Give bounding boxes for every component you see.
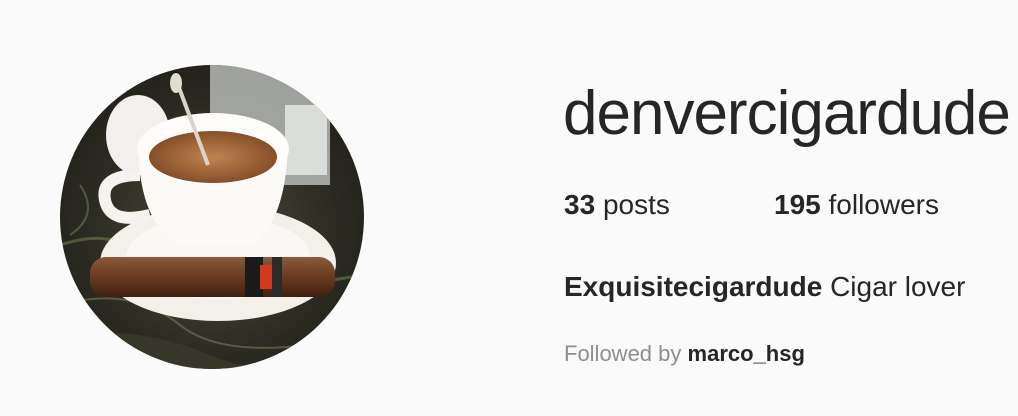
- profile-header: denvercigardude 33 posts 195 followers E…: [0, 0, 1018, 416]
- posts-count: 33: [564, 189, 596, 220]
- followed-by-prefix: Followed by: [564, 341, 682, 366]
- avatar-photo: [60, 65, 364, 369]
- followed-by-user-link[interactable]: marco_hsg: [688, 341, 805, 366]
- profile-full-name: Exquisitecigardude: [564, 271, 823, 302]
- posts-stat: 33 posts: [564, 187, 670, 223]
- followers-label[interactable]: followers: [829, 189, 939, 220]
- profile-avatar[interactable]: [60, 65, 364, 369]
- profile-username: denvercigardude: [563, 79, 1011, 148]
- posts-label: posts: [602, 189, 670, 220]
- followed-by: Followed by marco_hsg: [564, 340, 805, 368]
- followers-stat[interactable]: 195 followers: [774, 187, 939, 223]
- profile-bio: Exquisitecigardude Cigar lover: [564, 269, 1018, 305]
- bio-text: Cigar lover: [830, 271, 966, 302]
- followers-count[interactable]: 195: [774, 189, 821, 220]
